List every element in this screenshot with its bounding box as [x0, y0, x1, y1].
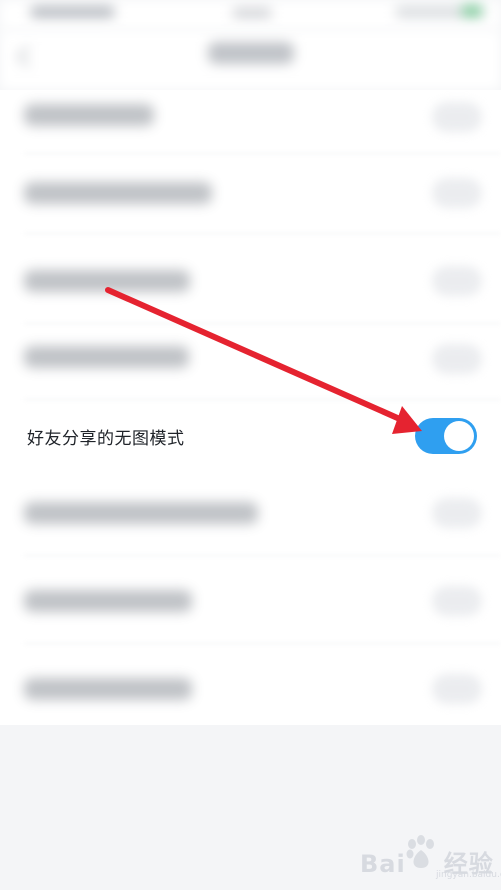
- back-arrow-icon[interactable]: [14, 45, 39, 69]
- battery-icon: [462, 5, 482, 17]
- setting-toggle[interactable]: [432, 102, 482, 132]
- status-time: [232, 8, 272, 18]
- setting-label: [24, 182, 212, 204]
- settings-list: 好友分享的无图模式: [0, 90, 501, 725]
- setting-toggle[interactable]: [432, 674, 482, 704]
- setting-label: [24, 590, 192, 612]
- setting-label: [24, 502, 258, 524]
- setting-label: [24, 104, 154, 126]
- toggle-knob: [444, 421, 474, 451]
- setting-label: [24, 346, 189, 368]
- page-title: [208, 42, 294, 64]
- settings-row[interactable]: [0, 556, 501, 644]
- watermark: Bai经验 jingyan.baidu.com: [360, 826, 501, 884]
- setting-label: [24, 270, 190, 292]
- watermark-url: jingyan.baidu.com: [436, 870, 501, 880]
- settings-row[interactable]: [0, 154, 501, 234]
- settings-row[interactable]: [0, 234, 501, 324]
- settings-screen: 好友分享的无图模式 Bai 经验 jingyan.baidu.: [0, 0, 501, 890]
- setting-toggle[interactable]: [432, 498, 482, 528]
- setting-label: [24, 678, 192, 700]
- setting-label-no-image-mode: 好友分享的无图模式: [27, 429, 185, 449]
- no-image-mode-toggle[interactable]: [415, 418, 477, 454]
- settings-row[interactable]: [0, 472, 501, 556]
- status-bar: [0, 0, 501, 30]
- settings-row[interactable]: [0, 90, 501, 154]
- setting-toggle[interactable]: [432, 266, 482, 296]
- setting-toggle[interactable]: [432, 178, 482, 208]
- setting-toggle[interactable]: [432, 586, 482, 616]
- navigation-bar: [0, 30, 501, 90]
- status-carrier: [30, 6, 115, 18]
- settings-row-no-image-mode[interactable]: 好友分享的无图模式: [0, 400, 501, 472]
- settings-row[interactable]: [0, 644, 501, 725]
- setting-toggle[interactable]: [432, 344, 482, 374]
- settings-row[interactable]: [0, 324, 501, 400]
